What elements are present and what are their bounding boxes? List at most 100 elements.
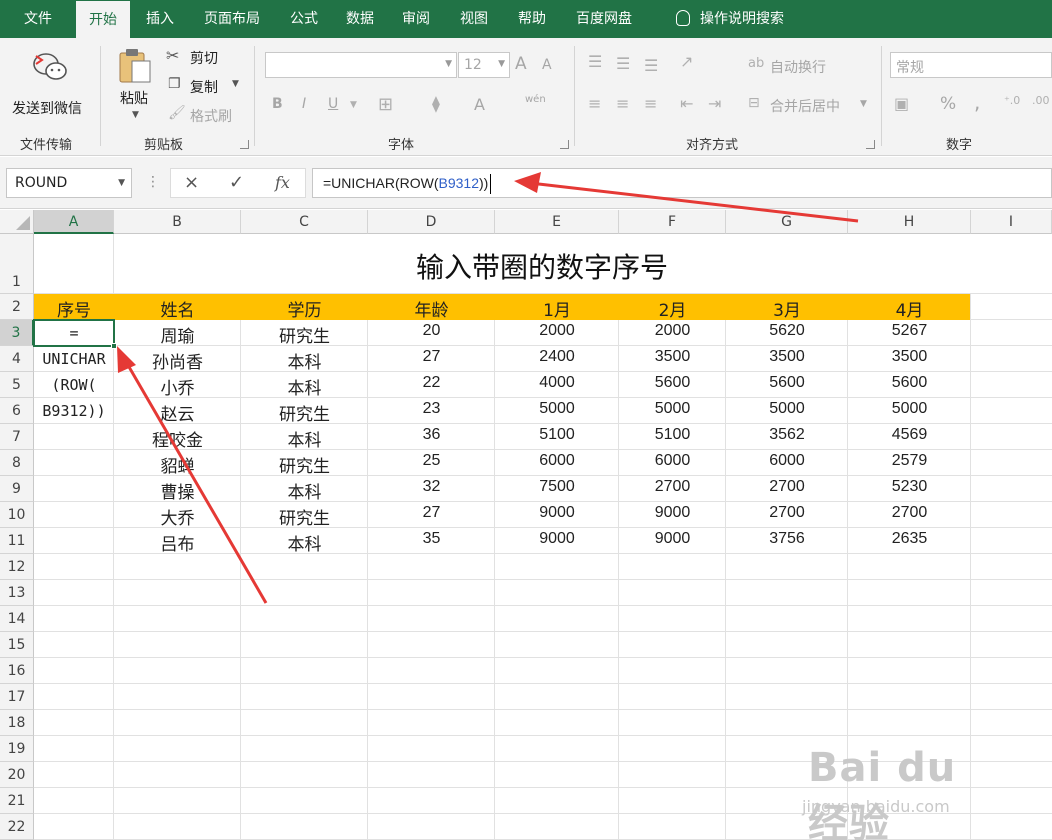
cell-E3[interactable]: 2000: [495, 322, 619, 340]
tab-home[interactable]: 开始: [76, 1, 130, 38]
cell-G11[interactable]: 3756: [726, 530, 848, 548]
cell-B9[interactable]: 曹操: [114, 478, 241, 503]
cell-B8[interactable]: 貂蝉: [114, 452, 241, 477]
italic-button[interactable]: I: [302, 96, 306, 112]
cell-G8[interactable]: 6000: [726, 452, 848, 470]
tab-formulas[interactable]: 公式: [280, 0, 328, 38]
cell-H11[interactable]: 2635: [848, 530, 971, 548]
font-name-select[interactable]: ▼: [265, 52, 457, 78]
cell-E5[interactable]: 4000: [495, 374, 619, 392]
cell-H2[interactable]: 4月: [848, 296, 971, 321]
fill-color-icon[interactable]: ⧫: [432, 94, 440, 113]
orientation-icon[interactable]: ↗: [680, 52, 693, 71]
font-color-button[interactable]: A: [474, 95, 485, 114]
tab-data[interactable]: 数据: [336, 0, 384, 38]
cell-H4[interactable]: 3500: [848, 348, 971, 366]
cell-F7[interactable]: 5100: [619, 426, 726, 444]
cell-G3[interactable]: 5620: [726, 322, 848, 340]
cell-C4[interactable]: 本科: [241, 348, 368, 373]
align-top-icon[interactable]: ☰: [588, 52, 602, 71]
cell-H6[interactable]: 5000: [848, 400, 971, 418]
name-box-dropdown-icon[interactable]: ▼: [118, 169, 125, 197]
column-header-B[interactable]: B: [114, 210, 241, 234]
cell-F2[interactable]: 2月: [619, 296, 726, 321]
cell-G5[interactable]: 5600: [726, 374, 848, 392]
cell-D11[interactable]: 35: [368, 530, 495, 548]
row-header-4[interactable]: 4: [0, 346, 34, 372]
cell-B6[interactable]: 赵云: [114, 400, 241, 425]
cell-B5[interactable]: 小乔: [114, 374, 241, 399]
paste-button[interactable]: 粘贴 ▼: [112, 46, 156, 126]
cell-B3[interactable]: 周瑜: [114, 322, 241, 347]
font-launcher-icon[interactable]: [560, 140, 569, 149]
column-header-E[interactable]: E: [495, 210, 619, 234]
insert-function-icon[interactable]: fx: [275, 173, 290, 192]
cell-C5[interactable]: 本科: [241, 374, 368, 399]
row-header-5[interactable]: 5: [0, 372, 34, 398]
row-header-22[interactable]: 22: [0, 814, 34, 840]
enter-icon[interactable]: ✓: [229, 172, 244, 193]
number-format-select[interactable]: 常规: [890, 52, 1052, 78]
row-header-21[interactable]: 21: [0, 788, 34, 814]
cell-E9[interactable]: 7500: [495, 478, 619, 496]
cell-E4[interactable]: 2400: [495, 348, 619, 366]
row-header-8[interactable]: 8: [0, 450, 34, 476]
cell-F9[interactable]: 2700: [619, 478, 726, 496]
row-header-17[interactable]: 17: [0, 684, 34, 710]
decrease-indent-icon[interactable]: ⇤: [680, 94, 693, 113]
cell-G10[interactable]: 2700: [726, 504, 848, 522]
cell-B10[interactable]: 大乔: [114, 504, 241, 529]
align-left-icon[interactable]: ≡: [588, 94, 601, 113]
row-header-6[interactable]: 6: [0, 398, 34, 424]
align-center-icon[interactable]: ≡: [616, 94, 629, 113]
cell-F4[interactable]: 3500: [619, 348, 726, 366]
cell-H9[interactable]: 5230: [848, 478, 971, 496]
cell-D2[interactable]: 年龄: [368, 296, 495, 321]
cell-H5[interactable]: 5600: [848, 374, 971, 392]
increase-decimal-icon[interactable]: ⁺.0: [1004, 94, 1020, 107]
column-header-G[interactable]: G: [726, 210, 848, 234]
cell-C3[interactable]: 研究生: [241, 322, 368, 347]
cell-C8[interactable]: 研究生: [241, 452, 368, 477]
tab-page-layout[interactable]: 页面布局: [192, 0, 272, 38]
cell-H7[interactable]: 4569: [848, 426, 971, 444]
cell-C9[interactable]: 本科: [241, 478, 368, 503]
column-header-I[interactable]: I: [971, 210, 1052, 234]
align-right-icon[interactable]: ≡: [644, 94, 657, 113]
cell-C2[interactable]: 学历: [241, 296, 368, 321]
cell-C11[interactable]: 本科: [241, 530, 368, 555]
format-painter-button[interactable]: 🖌 格式刷: [166, 104, 246, 126]
decrease-decimal-icon[interactable]: .00: [1032, 94, 1050, 107]
select-all-corner[interactable]: [0, 210, 34, 234]
cell-H3[interactable]: 5267: [848, 322, 971, 340]
comma-button[interactable]: ,: [974, 90, 980, 114]
currency-icon[interactable]: ▣: [894, 94, 909, 113]
cell-B11[interactable]: 吕布: [114, 530, 241, 555]
cut-button[interactable]: ✂ 剪切: [166, 46, 236, 68]
tab-view[interactable]: 视图: [448, 0, 500, 38]
cell-F5[interactable]: 5600: [619, 374, 726, 392]
cell-C6[interactable]: 研究生: [241, 400, 368, 425]
phonetic-button[interactable]: wén: [525, 94, 546, 105]
tab-baidu-netdisk[interactable]: 百度网盘: [566, 0, 642, 38]
cell-B2[interactable]: 姓名: [114, 296, 241, 321]
border-icon[interactable]: ⊞: [378, 94, 393, 115]
cell-H8[interactable]: 2579: [848, 452, 971, 470]
row-header-2[interactable]: 2: [0, 294, 34, 320]
row-header-10[interactable]: 10: [0, 502, 34, 528]
row-header-3[interactable]: 3: [0, 320, 34, 346]
copy-button[interactable]: ❐ 复制 ▼: [166, 75, 246, 97]
cell-G9[interactable]: 2700: [726, 478, 848, 496]
row-header-1[interactable]: 1: [0, 234, 34, 294]
bold-button[interactable]: B: [272, 96, 283, 112]
cell-E11[interactable]: 9000: [495, 530, 619, 548]
cell-D9[interactable]: 32: [368, 478, 495, 496]
cell-F3[interactable]: 2000: [619, 322, 726, 340]
cell-E2[interactable]: 1月: [495, 296, 619, 321]
font-size-select[interactable]: 12 ▼: [458, 52, 510, 78]
cell-G4[interactable]: 3500: [726, 348, 848, 366]
cell-C10[interactable]: 研究生: [241, 504, 368, 529]
underline-button[interactable]: U: [328, 96, 338, 112]
align-middle-icon[interactable]: ☰: [616, 54, 630, 73]
cell-F11[interactable]: 9000: [619, 530, 726, 548]
